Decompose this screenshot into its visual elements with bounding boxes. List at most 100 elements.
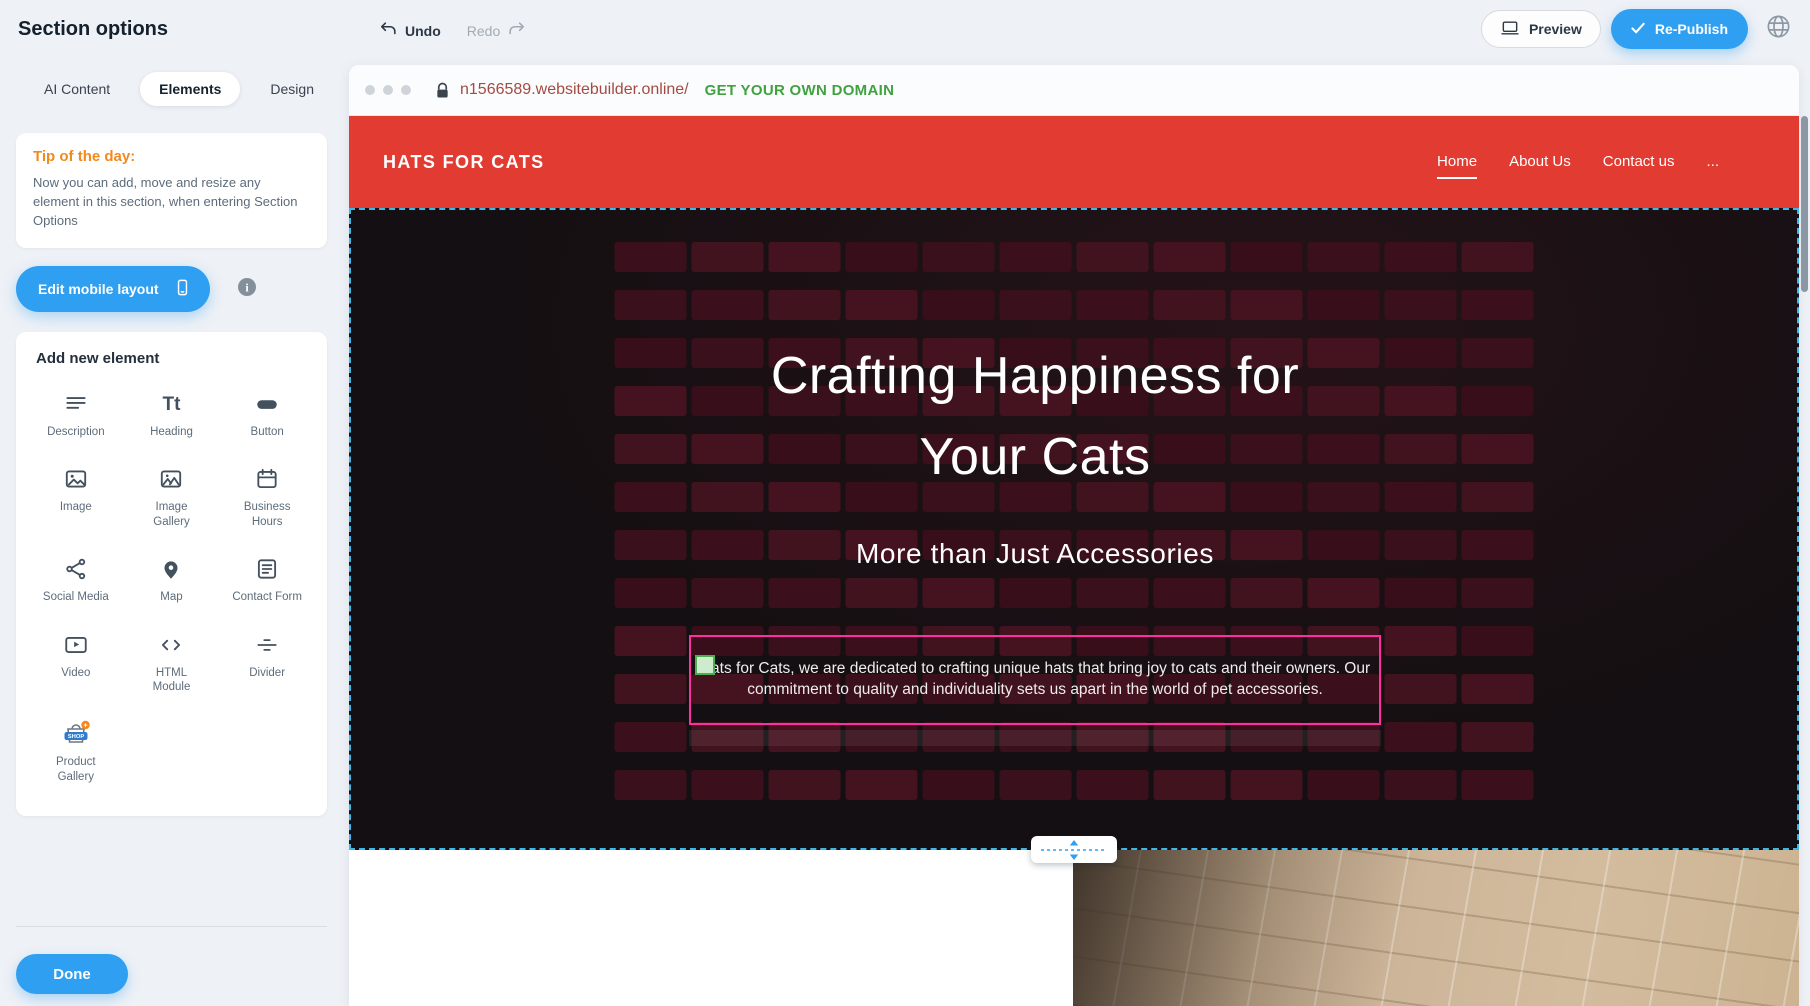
map-pin-icon	[158, 554, 184, 584]
add-element-title: Add new element	[36, 350, 315, 367]
contact-form-icon	[254, 554, 280, 584]
nav-home[interactable]: Home	[1437, 153, 1477, 172]
heading-icon: Tt	[163, 389, 181, 419]
redo-icon	[507, 20, 526, 42]
html-module-icon	[158, 630, 184, 660]
tab-design[interactable]: Design	[266, 72, 318, 106]
check-icon	[1631, 21, 1646, 37]
topbar-actions: Preview Re-Publish	[1481, 9, 1798, 49]
description-icon	[63, 389, 89, 419]
site-header: HATS FOR CATS Home About Us Contact us .…	[349, 116, 1799, 208]
social-media-icon	[63, 554, 89, 584]
element-map[interactable]: Map	[124, 546, 220, 612]
vertical-scrollbar-thumb[interactable]	[1801, 116, 1808, 292]
preview-button[interactable]: Preview	[1481, 10, 1601, 48]
section-resize-handle[interactable]	[1031, 836, 1117, 863]
svg-text:SHOP: SHOP	[68, 734, 85, 740]
site-content: HATS FOR CATS Home About Us Contact us .…	[349, 116, 1799, 1006]
element-label: Button	[251, 425, 284, 439]
window-dot	[383, 85, 393, 95]
element-description[interactable]: Description	[28, 381, 124, 447]
nav-more-menu[interactable]: ...	[1706, 153, 1719, 172]
window-dot	[401, 85, 411, 95]
site-nav: Home About Us Contact us ...	[1437, 153, 1765, 172]
element-video[interactable]: Video	[28, 622, 124, 703]
redo-button[interactable]: Redo	[467, 20, 526, 42]
republish-label: Re-Publish	[1655, 21, 1728, 37]
undo-redo-group: Undo Redo	[379, 20, 526, 42]
site-logo: HATS FOR CATS	[383, 152, 545, 173]
page-title: Section options	[18, 18, 168, 41]
language-globe-button[interactable]	[1758, 9, 1798, 49]
element-label: Heading	[150, 425, 193, 439]
button-icon	[254, 389, 280, 419]
undo-button[interactable]: Undo	[379, 20, 441, 42]
window-control-dots	[365, 85, 411, 95]
element-social-media[interactable]: Social Media	[28, 546, 124, 612]
redo-label: Redo	[467, 23, 500, 39]
image-icon	[63, 464, 89, 494]
element-label: Business Hours	[232, 500, 302, 529]
sidebar-tabs: AI Content Elements Design	[40, 72, 318, 106]
element-drag-handle[interactable]	[695, 655, 715, 675]
element-business-hours[interactable]: Business Hours	[219, 456, 315, 537]
app: Section options Undo Redo Preview Re-P	[0, 0, 1810, 1006]
product-gallery-shop-icon: SHOP +	[61, 719, 91, 749]
element-label: Contact Form	[232, 590, 302, 604]
undo-icon	[379, 20, 398, 42]
nav-about-us[interactable]: About Us	[1509, 153, 1571, 172]
selected-paragraph-element[interactable]: Hats for Cats, we are dedicated to craft…	[689, 635, 1381, 725]
element-label: Divider	[249, 666, 285, 680]
tab-ai-content[interactable]: AI Content	[40, 72, 114, 106]
element-image[interactable]: Image	[28, 456, 124, 537]
monitor-icon	[1500, 18, 1520, 41]
hero-heading[interactable]: Crafting Happiness for Your Cats	[349, 336, 1721, 498]
edit-mobile-label: Edit mobile layout	[38, 281, 159, 297]
hero-section-selected[interactable]: Crafting Happiness for Your Cats More th…	[349, 208, 1799, 850]
paragraph-outline-ghost	[689, 730, 1381, 746]
lock-icon	[435, 82, 450, 99]
divider-icon	[254, 630, 280, 660]
hero-heading-line2: Your Cats	[349, 417, 1721, 498]
element-label: Product Gallery	[41, 755, 111, 784]
business-hours-icon	[254, 464, 280, 494]
element-heading[interactable]: Tt Heading	[124, 381, 220, 447]
element-label: Video	[61, 666, 90, 680]
get-domain-link[interactable]: GET YOUR OWN DOMAIN	[705, 82, 895, 99]
svg-text:+: +	[83, 723, 87, 730]
element-label: Description	[47, 425, 105, 439]
info-icon[interactable]: i	[236, 276, 258, 303]
element-image-gallery[interactable]: Image Gallery	[124, 456, 220, 537]
video-icon	[63, 630, 89, 660]
add-new-element-card: Add new element Description Tt Heading B…	[16, 332, 327, 816]
tip-title: Tip of the day:	[33, 148, 310, 165]
undo-label: Undo	[405, 23, 441, 39]
element-label: HTML Module	[136, 666, 206, 695]
edit-mobile-layout-button[interactable]: Edit mobile layout	[16, 266, 210, 312]
element-label: Image	[60, 500, 92, 514]
element-product-gallery[interactable]: SHOP + Product Gallery	[28, 711, 124, 792]
next-section	[349, 850, 1799, 1006]
hero-subheading[interactable]: More than Just Accessories	[349, 538, 1721, 570]
nav-contact-us[interactable]: Contact us	[1603, 153, 1675, 172]
phone-icon	[173, 278, 192, 300]
element-grid: Description Tt Heading Button Image	[28, 381, 315, 792]
element-button[interactable]: Button	[219, 381, 315, 447]
element-html-module[interactable]: HTML Module	[124, 622, 220, 703]
paving-photo	[1073, 850, 1799, 1006]
preview-label: Preview	[1529, 21, 1582, 37]
hero-heading-line1: Crafting Happiness for	[349, 336, 1721, 417]
tip-of-the-day-card: Tip of the day: Now you can add, move an…	[16, 133, 327, 248]
republish-button[interactable]: Re-Publish	[1611, 9, 1748, 49]
element-divider[interactable]: Divider	[219, 622, 315, 703]
browser-chrome-bar: n1566589.websitebuilder.online/ GET YOUR…	[349, 65, 1799, 116]
window-dot	[365, 85, 375, 95]
tab-elements[interactable]: Elements	[140, 72, 240, 106]
globe-icon	[1765, 13, 1792, 45]
element-label: Image Gallery	[136, 500, 206, 529]
element-contact-form[interactable]: Contact Form	[219, 546, 315, 612]
site-url: n1566589.websitebuilder.online/	[460, 81, 689, 99]
image-gallery-icon	[158, 464, 184, 494]
done-button[interactable]: Done	[16, 954, 128, 994]
element-label: Map	[160, 590, 182, 604]
